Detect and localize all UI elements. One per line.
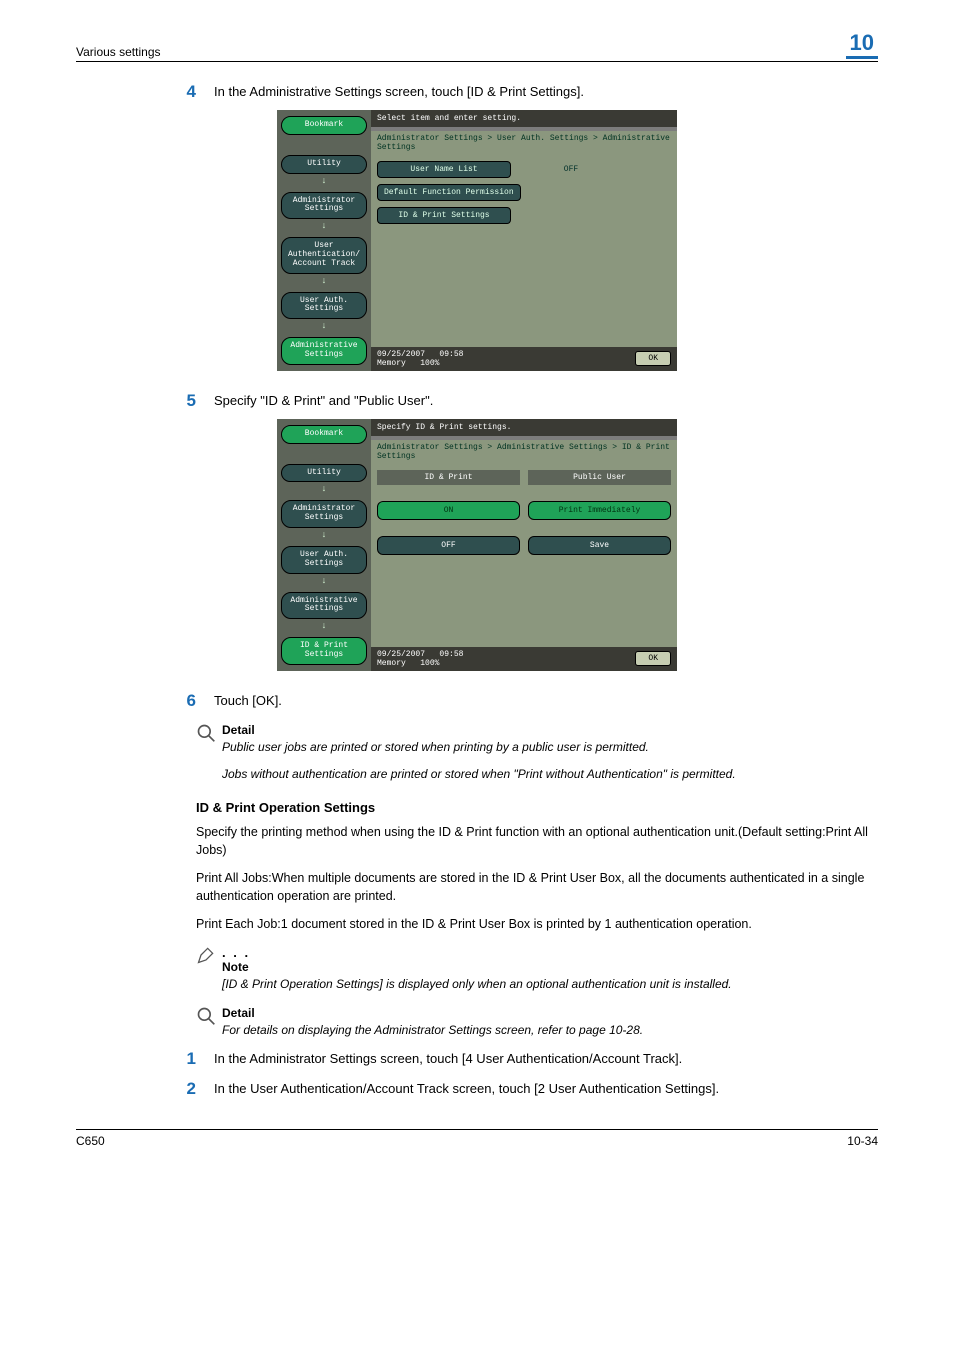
screen-title: Specify ID & Print settings.: [371, 419, 677, 436]
step-number: 4: [76, 82, 214, 102]
sidebar-item-user-auth-settings[interactable]: User Auth. Settings: [281, 546, 367, 574]
arrow-down-icon: ↓: [281, 576, 367, 586]
footer-memory-value: 100%: [420, 659, 439, 668]
footer-date: 09/25/2007: [377, 650, 425, 659]
arrow-down-icon: ↓: [281, 321, 367, 331]
default-function-permission-button[interactable]: Default Function Permission: [377, 184, 521, 201]
footer-date: 09/25/2007: [377, 350, 425, 359]
footer-time: 09:58: [439, 650, 463, 659]
callout-label: Detail: [222, 1006, 878, 1020]
column-header-id-print: ID & Print: [377, 470, 520, 485]
footer-memory-label: Memory: [377, 359, 406, 368]
ellipsis-icon: . . .: [222, 945, 878, 960]
callout-label: Detail: [222, 723, 878, 737]
step-text: In the Administrator Settings screen, to…: [214, 1049, 878, 1066]
body-paragraph: Print All Jobs:When multiple documents a…: [196, 869, 878, 905]
step-number: 5: [76, 391, 214, 411]
footer-model: C650: [76, 1134, 105, 1148]
arrow-down-icon: ↓: [281, 484, 367, 494]
step-number: 2: [76, 1079, 214, 1099]
sidebar-item-administrative-settings[interactable]: Administrative Settings: [281, 337, 367, 365]
section-title: Various settings: [76, 45, 161, 59]
arrow-down-icon: ↓: [281, 276, 367, 286]
body-paragraph: Print Each Job:1 document stored in the …: [196, 915, 878, 933]
admin-settings-screen: Bookmark Utility ↓ Administrator Setting…: [277, 110, 677, 371]
step-text: In the User Authentication/Account Track…: [214, 1079, 878, 1096]
body-paragraph: Specify the printing method when using t…: [196, 823, 878, 859]
callout-text: For details on displaying the Administra…: [222, 1022, 878, 1039]
id-print-off-button[interactable]: OFF: [377, 536, 520, 555]
callout-label: Note: [222, 960, 878, 974]
sidebar-item-admin-settings[interactable]: Administrator Settings: [281, 192, 367, 220]
id-print-settings-button[interactable]: ID & Print Settings: [377, 207, 511, 224]
footer-memory-label: Memory: [377, 659, 406, 668]
breadcrumb: Administrator Settings > User Auth. Sett…: [371, 131, 677, 155]
sidebar-item-admin-settings[interactable]: Administrator Settings: [281, 500, 367, 528]
step-number: 6: [76, 691, 214, 711]
magnifier-icon: [196, 1006, 216, 1026]
callout-text: [ID & Print Operation Settings] is displ…: [222, 976, 878, 993]
step-number: 1: [76, 1049, 214, 1069]
arrow-down-icon: ↓: [281, 621, 367, 631]
footer-memory-value: 100%: [420, 359, 439, 368]
sidebar-item-utility[interactable]: Utility: [281, 464, 367, 483]
sidebar-item-administrative-settings[interactable]: Administrative Settings: [281, 592, 367, 620]
callout-text: Jobs without authentication are printed …: [222, 766, 878, 783]
save-button[interactable]: Save: [528, 536, 671, 555]
sidebar-item-user-auth-account-track[interactable]: User Authentication/ Account Track: [281, 237, 367, 273]
id-print-settings-screen: Bookmark Utility ↓ Administrator Setting…: [277, 419, 677, 671]
subsection-heading: ID & Print Operation Settings: [196, 800, 878, 815]
ok-button[interactable]: OK: [635, 351, 671, 366]
user-name-list-button[interactable]: User Name List: [377, 161, 511, 178]
footer-time: 09:58: [439, 350, 463, 359]
footer-page-number: 10-34: [847, 1134, 878, 1148]
step-text: Specify "ID & Print" and "Public User".: [214, 391, 878, 408]
id-print-on-button[interactable]: ON: [377, 501, 520, 520]
column-header-public-user: Public User: [528, 470, 671, 485]
sidebar-item-id-print-settings[interactable]: ID & Print Settings: [281, 637, 367, 665]
user-name-list-value: OFF: [564, 165, 578, 174]
step-text: In the Administrative Settings screen, t…: [214, 82, 878, 99]
step-text: Touch [OK].: [214, 691, 878, 708]
arrow-down-icon: ↓: [281, 221, 367, 231]
breadcrumb: Administrator Settings > Administrative …: [371, 440, 677, 464]
screen-title: Select item and enter setting.: [371, 110, 677, 127]
pen-icon: [196, 945, 216, 965]
ok-button[interactable]: OK: [635, 651, 671, 666]
sidebar-item-user-auth-settings[interactable]: User Auth. Settings: [281, 292, 367, 320]
print-immediately-button[interactable]: Print Immediately: [528, 501, 671, 520]
chapter-number: 10: [846, 30, 878, 59]
arrow-down-icon: ↓: [281, 176, 367, 186]
bookmark-button[interactable]: Bookmark: [281, 116, 367, 135]
callout-text: Public user jobs are printed or stored w…: [222, 739, 878, 756]
sidebar-item-utility[interactable]: Utility: [281, 155, 367, 174]
arrow-down-icon: ↓: [281, 530, 367, 540]
magnifier-icon: [196, 723, 216, 743]
bookmark-button[interactable]: Bookmark: [281, 425, 367, 444]
